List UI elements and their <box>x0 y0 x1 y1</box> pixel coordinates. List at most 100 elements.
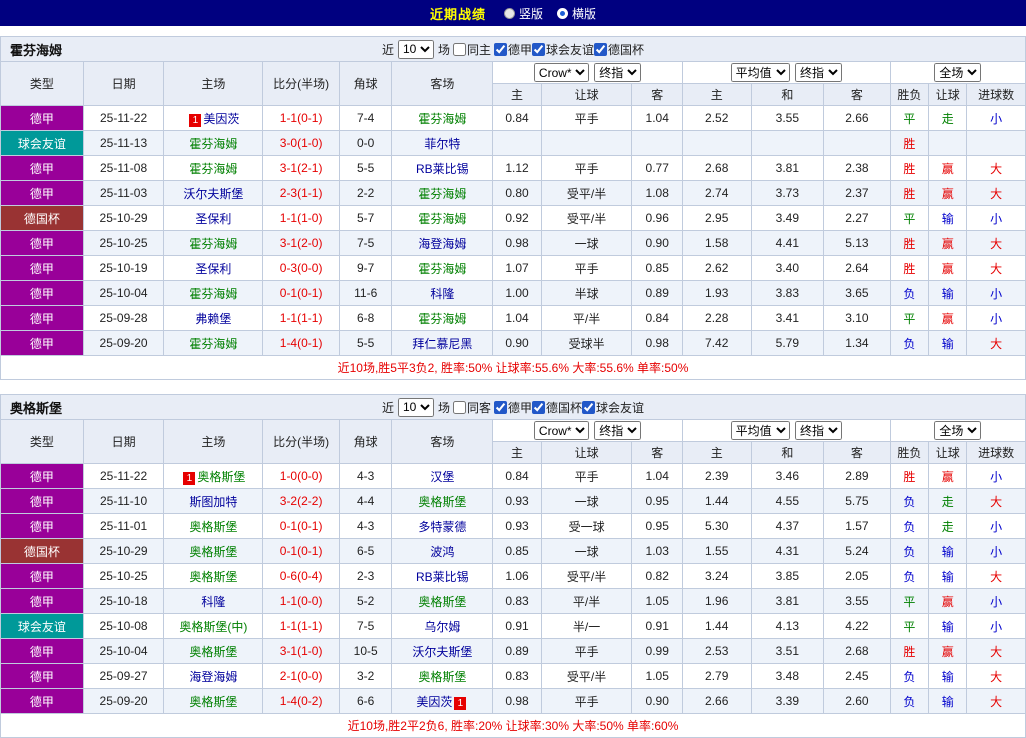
league-filter[interactable]: 德甲 <box>494 41 532 58</box>
league-rank-badge: 1 <box>189 113 202 127</box>
avg-type-select[interactable]: 平均值 <box>730 63 790 82</box>
league-filter[interactable]: 德甲 <box>494 399 532 416</box>
away-team-link[interactable]: 沃尔夫斯堡 <box>412 645 472 659</box>
league-filter-checkbox[interactable] <box>532 42 546 56</box>
away-team-link[interactable]: 波鸿 <box>430 545 454 559</box>
same-venue-filter[interactable]: 同主 <box>452 41 491 58</box>
home-team-link[interactable]: 斯图加特 <box>189 495 237 509</box>
col-header-date: 日期 <box>82 419 165 464</box>
away-team-link[interactable]: RB莱比锡 <box>416 570 469 584</box>
odds-time-select[interactable]: 终指 <box>594 63 642 82</box>
avg-draw-cell <box>750 130 825 156</box>
home-team-link[interactable]: 科隆 <box>201 595 225 609</box>
filter-bar: 近 10 场 同客 德甲 德国杯 球会友谊 <box>382 397 644 417</box>
match-count-select[interactable]: 10 <box>397 397 434 417</box>
avg-draw-cell: 3.40 <box>750 255 825 281</box>
away-team-link[interactable]: 奥格斯堡 <box>418 595 466 609</box>
scope-select[interactable]: 全场 <box>934 63 982 82</box>
avg-home-cell: 2.68 <box>681 155 752 181</box>
league-filter-checkbox[interactable] <box>532 400 546 414</box>
avg-home-cell: 2.95 <box>681 205 752 231</box>
league-filter[interactable]: 球会友谊 <box>582 399 644 416</box>
odds-company-select[interactable]: Crow* <box>533 63 589 82</box>
summary-text: 近10场,胜5平3负2, 胜率:50% 让球率:55.6% 大率:55.6% 单… <box>0 355 1026 380</box>
layout-horizontal-option[interactable]: 横版 <box>557 5 596 22</box>
goals-cell: 大 <box>966 563 1026 589</box>
home-team-link[interactable]: 奥格斯堡 <box>189 645 237 659</box>
away-team-link[interactable]: 霍芬海姆 <box>418 312 466 326</box>
away-team-link[interactable]: 霍芬海姆 <box>418 187 466 201</box>
away-team-link[interactable]: 多特蒙德 <box>418 520 466 534</box>
home-team-link[interactable]: 沃尔夫斯堡 <box>183 187 243 201</box>
away-team-link[interactable]: 拜仁慕尼黑 <box>412 337 472 351</box>
home-team-link[interactable]: 圣保利 <box>195 212 231 226</box>
avg-away-cell: 1.57 <box>823 513 891 539</box>
handicap-result-cell: 赢 <box>928 588 968 614</box>
home-team-link[interactable]: 奥格斯堡 <box>189 695 237 709</box>
handicap-cell: 半/一 <box>540 613 633 639</box>
home-team-link[interactable]: 圣保利 <box>195 262 231 276</box>
league-filter[interactable]: 德国杯 <box>594 41 644 58</box>
avg-time-select[interactable]: 终指 <box>794 63 842 82</box>
col-header-away: 客场 <box>391 419 494 464</box>
goals-cell: 小 <box>966 538 1026 564</box>
match-count-select[interactable]: 10 <box>397 39 434 59</box>
home-team-link[interactable]: 奥格斯堡 <box>189 520 237 534</box>
league-filter-checkbox[interactable] <box>582 400 596 414</box>
away-team-link[interactable]: 霍芬海姆 <box>418 212 466 226</box>
home-team-link[interactable]: 霍芬海姆 <box>189 237 237 251</box>
league-filter[interactable]: 球会友谊 <box>532 41 594 58</box>
near-label: 近 <box>381 42 394 57</box>
home-team-link[interactable]: 美因茨 <box>203 112 239 126</box>
goals-cell: 小 <box>966 280 1026 306</box>
league-filter-label: 德国杯 <box>546 400 583 415</box>
away-team-link[interactable]: RB莱比锡 <box>416 162 469 176</box>
avg-time-select[interactable]: 终指 <box>794 421 842 440</box>
home-team-link[interactable]: 霍芬海姆 <box>189 287 237 301</box>
away-team-link[interactable]: 霍芬海姆 <box>418 262 466 276</box>
home-team-link[interactable]: 奥格斯堡 <box>189 545 237 559</box>
recent-results-table: 霍芬海姆 近 10 场 同主 德甲 球会友谊 德国杯 类型 日期 主场 比分(半… <box>0 36 1026 380</box>
away-team-cell: 霍芬海姆 <box>391 180 494 206</box>
handicap-result-cell: 赢 <box>928 155 968 181</box>
avg-draw-cell: 4.31 <box>750 538 825 564</box>
home-team-link[interactable]: 霍芬海姆 <box>189 137 237 151</box>
home-team-link[interactable]: 奥格斯堡(中) <box>179 620 247 634</box>
away-team-link[interactable]: 霍芬海姆 <box>418 112 466 126</box>
same-venue-filter[interactable]: 同客 <box>452 399 491 416</box>
odds-time-select[interactable]: 终指 <box>594 421 642 440</box>
home-team-cell: 奥格斯堡 <box>163 688 264 714</box>
handicap-cell: 一球 <box>540 538 633 564</box>
avg-type-select[interactable]: 平均值 <box>730 421 790 440</box>
away-team-link[interactable]: 科隆 <box>430 287 454 301</box>
league-filter-checkbox[interactable] <box>494 42 507 56</box>
home-team-link[interactable]: 海登海姆 <box>189 670 237 684</box>
scope-select[interactable]: 全场 <box>934 421 982 440</box>
away-team-link[interactable]: 奥格斯堡 <box>418 495 466 509</box>
away-team-link[interactable]: 菲尔特 <box>424 137 460 151</box>
league-filter-checkbox[interactable] <box>494 400 507 414</box>
home-team-link[interactable]: 霍芬海姆 <box>189 162 237 176</box>
odds-company-select[interactable]: Crow* <box>533 421 589 440</box>
avg-selects-cell: 平均值 终指 <box>681 61 891 84</box>
away-team-link[interactable]: 汉堡 <box>430 470 454 484</box>
corners-cell: 2-3 <box>338 563 393 589</box>
home-team-link[interactable]: 奥格斯堡 <box>189 570 237 584</box>
same-venue-checkbox[interactable] <box>452 42 466 56</box>
match-date-cell: 25-10-04 <box>82 638 165 664</box>
home-team-link[interactable]: 霍芬海姆 <box>189 337 237 351</box>
away-team-link[interactable]: 美因茨 <box>416 695 452 709</box>
league-filter[interactable]: 德国杯 <box>532 399 582 416</box>
league-filter-checkbox[interactable] <box>594 42 608 56</box>
odds-home-cell: 0.83 <box>492 663 542 689</box>
odds-home-cell: 0.89 <box>492 638 542 664</box>
away-team-cell: 乌尔姆 <box>391 613 494 639</box>
home-team-link[interactable]: 弗赖堡 <box>195 312 231 326</box>
layout-vertical-option[interactable]: 竖版 <box>503 5 543 22</box>
same-venue-checkbox[interactable] <box>452 400 466 414</box>
away-team-link[interactable]: 奥格斯堡 <box>418 670 466 684</box>
home-team-link[interactable]: 奥格斯堡 <box>197 470 245 484</box>
away-team-link[interactable]: 乌尔姆 <box>424 620 460 634</box>
match-date-cell: 25-11-08 <box>82 155 165 181</box>
away-team-link[interactable]: 海登海姆 <box>418 237 466 251</box>
